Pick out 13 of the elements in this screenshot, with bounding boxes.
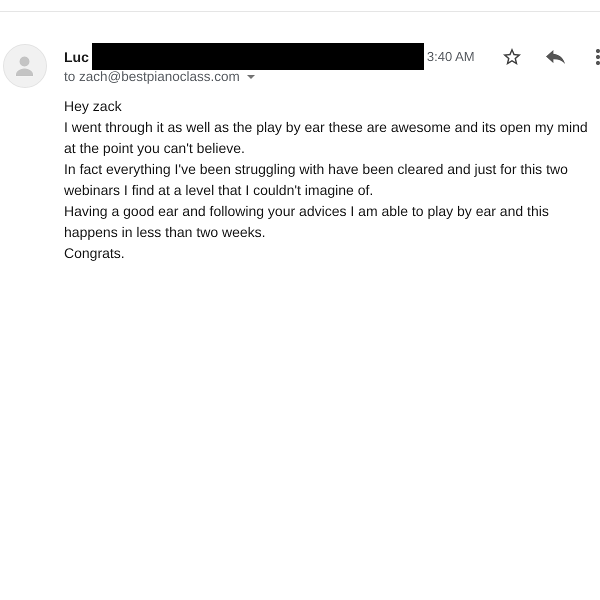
recipient-line: to zach@bestpianoclass.com — [64, 70, 240, 84]
message-paragraph: Congrats. — [64, 244, 126, 263]
message-paragraph: Hey zack — [64, 97, 123, 116]
star-icon[interactable] — [503, 48, 521, 65]
sender-name: Luc — [64, 48, 89, 64]
avatar-icon — [3, 44, 47, 88]
message-paragraph: In fact everything I've been struggling with have been cleared and just for this two webinars I find at a level that I couldn't imagine of. — [64, 160, 569, 200]
reply-icon[interactable] — [546, 50, 565, 64]
more-icon[interactable] — [596, 48, 600, 64]
message-paragraph: Having a good ear and following your advices I am able to play by ear and this happens in less than two weeks. — [64, 202, 550, 242]
message-time: 3:40 AM — [426, 48, 475, 64]
caret-icon[interactable] — [246, 75, 255, 79]
message-paragraph: I went through it as well as the play by ear these are awesome and its open my mind at the point you can't believe. — [64, 118, 589, 158]
